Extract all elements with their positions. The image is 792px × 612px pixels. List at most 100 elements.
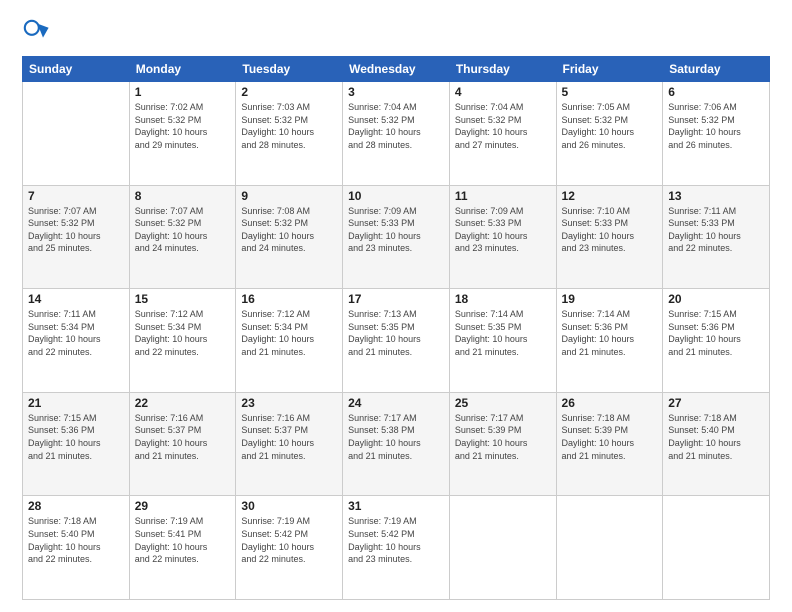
day-number: 25 bbox=[455, 396, 551, 410]
calendar-cell: 20 Sunrise: 7:15 AM Sunset: 5:36 PM Dayli… bbox=[663, 289, 770, 393]
calendar-cell: 10Sunrise: 7:09 AM Sunset: 5:33 PM Dayli… bbox=[343, 185, 450, 289]
day-number: 14 bbox=[28, 292, 124, 306]
day-number: 13 bbox=[668, 189, 764, 203]
calendar-cell: 22Sunrise: 7:16 AM Sunset: 5:37 PM Dayli… bbox=[129, 392, 236, 496]
calendar-cell: 13 Sunrise: 7:11 AM Sunset: 5:33 PM Dayli… bbox=[663, 185, 770, 289]
day-number: 1 bbox=[135, 85, 231, 99]
day-info: Sunrise: 7:06 AM Sunset: 5:32 PM Dayligh… bbox=[668, 101, 764, 151]
day-info: Sunrise: 7:14 AM Sunset: 5:36 PM Dayligh… bbox=[562, 308, 658, 358]
day-number: 15 bbox=[135, 292, 231, 306]
day-number: 9 bbox=[241, 189, 337, 203]
calendar-header: SundayMondayTuesdayWednesdayThursdayFrid… bbox=[23, 57, 770, 82]
day-number: 17 bbox=[348, 292, 444, 306]
calendar-cell bbox=[556, 496, 663, 600]
day-info: Sunrise: 7:18 AM Sunset: 5:40 PM Dayligh… bbox=[28, 515, 124, 565]
day-info: Sunrise: 7:16 AM Sunset: 5:37 PM Dayligh… bbox=[135, 412, 231, 462]
header bbox=[22, 18, 770, 46]
day-header-thursday: Thursday bbox=[449, 57, 556, 82]
day-info: Sunrise: 7:13 AM Sunset: 5:35 PM Dayligh… bbox=[348, 308, 444, 358]
day-header-friday: Friday bbox=[556, 57, 663, 82]
calendar-cell: 23 Sunrise: 7:16 AM Sunset: 5:37 PM Dayli… bbox=[236, 392, 343, 496]
calendar-cell: 27 Sunrise: 7:18 AM Sunset: 5:40 PM Dayli… bbox=[663, 392, 770, 496]
day-info: Sunrise: 7:11 AM Sunset: 5:33 PM Dayligh… bbox=[668, 205, 764, 255]
calendar-cell: 14 Sunrise: 7:11 AM Sunset: 5:34 PM Dayli… bbox=[23, 289, 130, 393]
calendar-cell: 3Sunrise: 7:04 AM Sunset: 5:32 PM Daylig… bbox=[343, 82, 450, 186]
day-info: Sunrise: 7:17 AM Sunset: 5:39 PM Dayligh… bbox=[455, 412, 551, 462]
day-number: 29 bbox=[135, 499, 231, 513]
day-info: Sunrise: 7:10 AM Sunset: 5:33 PM Dayligh… bbox=[562, 205, 658, 255]
calendar-cell: 7 Sunrise: 7:07 AM Sunset: 5:32 PM Daylig… bbox=[23, 185, 130, 289]
day-number: 18 bbox=[455, 292, 551, 306]
day-number: 7 bbox=[28, 189, 124, 203]
calendar-cell: 11 Sunrise: 7:09 AM Sunset: 5:33 PM Dayli… bbox=[449, 185, 556, 289]
day-info: Sunrise: 7:18 AM Sunset: 5:40 PM Dayligh… bbox=[668, 412, 764, 462]
day-number: 11 bbox=[455, 189, 551, 203]
week-row-3: 14 Sunrise: 7:11 AM Sunset: 5:34 PM Dayli… bbox=[23, 289, 770, 393]
calendar-cell: 24 Sunrise: 7:17 AM Sunset: 5:38 PM Dayli… bbox=[343, 392, 450, 496]
day-info: Sunrise: 7:14 AM Sunset: 5:35 PM Dayligh… bbox=[455, 308, 551, 358]
day-info: Sunrise: 7:05 AM Sunset: 5:32 PM Dayligh… bbox=[562, 101, 658, 151]
week-row-1: 1Sunrise: 7:02 AM Sunset: 5:32 PM Daylig… bbox=[23, 82, 770, 186]
day-number: 2 bbox=[241, 85, 337, 99]
calendar-cell: 2 Sunrise: 7:03 AM Sunset: 5:32 PM Daylig… bbox=[236, 82, 343, 186]
day-number: 30 bbox=[241, 499, 337, 513]
day-info: Sunrise: 7:09 AM Sunset: 5:33 PM Dayligh… bbox=[455, 205, 551, 255]
calendar-cell: 9Sunrise: 7:08 AM Sunset: 5:32 PM Daylig… bbox=[236, 185, 343, 289]
calendar-cell bbox=[663, 496, 770, 600]
calendar-cell: 15 Sunrise: 7:12 AM Sunset: 5:34 PM Dayli… bbox=[129, 289, 236, 393]
day-info: Sunrise: 7:11 AM Sunset: 5:34 PM Dayligh… bbox=[28, 308, 124, 358]
calendar-cell: 17 Sunrise: 7:13 AM Sunset: 5:35 PM Dayli… bbox=[343, 289, 450, 393]
day-number: 21 bbox=[28, 396, 124, 410]
day-info: Sunrise: 7:07 AM Sunset: 5:32 PM Dayligh… bbox=[135, 205, 231, 255]
day-number: 23 bbox=[241, 396, 337, 410]
calendar-cell: 8 Sunrise: 7:07 AM Sunset: 5:32 PM Daylig… bbox=[129, 185, 236, 289]
calendar-cell: 30 Sunrise: 7:19 AM Sunset: 5:42 PM Dayli… bbox=[236, 496, 343, 600]
calendar-body: 1Sunrise: 7:02 AM Sunset: 5:32 PM Daylig… bbox=[23, 82, 770, 600]
day-info: Sunrise: 7:12 AM Sunset: 5:34 PM Dayligh… bbox=[135, 308, 231, 358]
calendar-cell: 31Sunrise: 7:19 AM Sunset: 5:42 PM Dayli… bbox=[343, 496, 450, 600]
day-info: Sunrise: 7:04 AM Sunset: 5:32 PM Dayligh… bbox=[348, 101, 444, 151]
day-info: Sunrise: 7:04 AM Sunset: 5:32 PM Dayligh… bbox=[455, 101, 551, 151]
calendar-cell: 18 Sunrise: 7:14 AM Sunset: 5:35 PM Dayli… bbox=[449, 289, 556, 393]
calendar-cell: 28 Sunrise: 7:18 AM Sunset: 5:40 PM Dayli… bbox=[23, 496, 130, 600]
day-number: 4 bbox=[455, 85, 551, 99]
calendar-cell: 12 Sunrise: 7:10 AM Sunset: 5:33 PM Dayli… bbox=[556, 185, 663, 289]
day-number: 24 bbox=[348, 396, 444, 410]
calendar-cell bbox=[449, 496, 556, 600]
day-number: 16 bbox=[241, 292, 337, 306]
day-header-sunday: Sunday bbox=[23, 57, 130, 82]
day-number: 12 bbox=[562, 189, 658, 203]
day-number: 27 bbox=[668, 396, 764, 410]
day-number: 26 bbox=[562, 396, 658, 410]
page: SundayMondayTuesdayWednesdayThursdayFrid… bbox=[0, 0, 792, 612]
day-info: Sunrise: 7:15 AM Sunset: 5:36 PM Dayligh… bbox=[668, 308, 764, 358]
day-info: Sunrise: 7:07 AM Sunset: 5:32 PM Dayligh… bbox=[28, 205, 124, 255]
day-number: 19 bbox=[562, 292, 658, 306]
logo-icon bbox=[22, 18, 50, 46]
day-info: Sunrise: 7:19 AM Sunset: 5:42 PM Dayligh… bbox=[348, 515, 444, 565]
day-number: 28 bbox=[28, 499, 124, 513]
logo bbox=[22, 18, 54, 46]
calendar-cell: 1Sunrise: 7:02 AM Sunset: 5:32 PM Daylig… bbox=[129, 82, 236, 186]
day-info: Sunrise: 7:19 AM Sunset: 5:41 PM Dayligh… bbox=[135, 515, 231, 565]
day-header-wednesday: Wednesday bbox=[343, 57, 450, 82]
calendar-cell: 26 Sunrise: 7:18 AM Sunset: 5:39 PM Dayli… bbox=[556, 392, 663, 496]
calendar-cell: 6Sunrise: 7:06 AM Sunset: 5:32 PM Daylig… bbox=[663, 82, 770, 186]
day-info: Sunrise: 7:19 AM Sunset: 5:42 PM Dayligh… bbox=[241, 515, 337, 565]
day-info: Sunrise: 7:17 AM Sunset: 5:38 PM Dayligh… bbox=[348, 412, 444, 462]
day-number: 5 bbox=[562, 85, 658, 99]
day-number: 8 bbox=[135, 189, 231, 203]
calendar-cell: 16 Sunrise: 7:12 AM Sunset: 5:34 PM Dayli… bbox=[236, 289, 343, 393]
day-info: Sunrise: 7:16 AM Sunset: 5:37 PM Dayligh… bbox=[241, 412, 337, 462]
day-number: 20 bbox=[668, 292, 764, 306]
day-header-monday: Monday bbox=[129, 57, 236, 82]
day-info: Sunrise: 7:12 AM Sunset: 5:34 PM Dayligh… bbox=[241, 308, 337, 358]
day-header-tuesday: Tuesday bbox=[236, 57, 343, 82]
day-number: 10 bbox=[348, 189, 444, 203]
calendar-cell: 21 Sunrise: 7:15 AM Sunset: 5:36 PM Dayli… bbox=[23, 392, 130, 496]
day-info: Sunrise: 7:03 AM Sunset: 5:32 PM Dayligh… bbox=[241, 101, 337, 151]
calendar-cell: 29 Sunrise: 7:19 AM Sunset: 5:41 PM Dayli… bbox=[129, 496, 236, 600]
calendar-cell: 19 Sunrise: 7:14 AM Sunset: 5:36 PM Dayli… bbox=[556, 289, 663, 393]
day-info: Sunrise: 7:18 AM Sunset: 5:39 PM Dayligh… bbox=[562, 412, 658, 462]
day-info: Sunrise: 7:15 AM Sunset: 5:36 PM Dayligh… bbox=[28, 412, 124, 462]
